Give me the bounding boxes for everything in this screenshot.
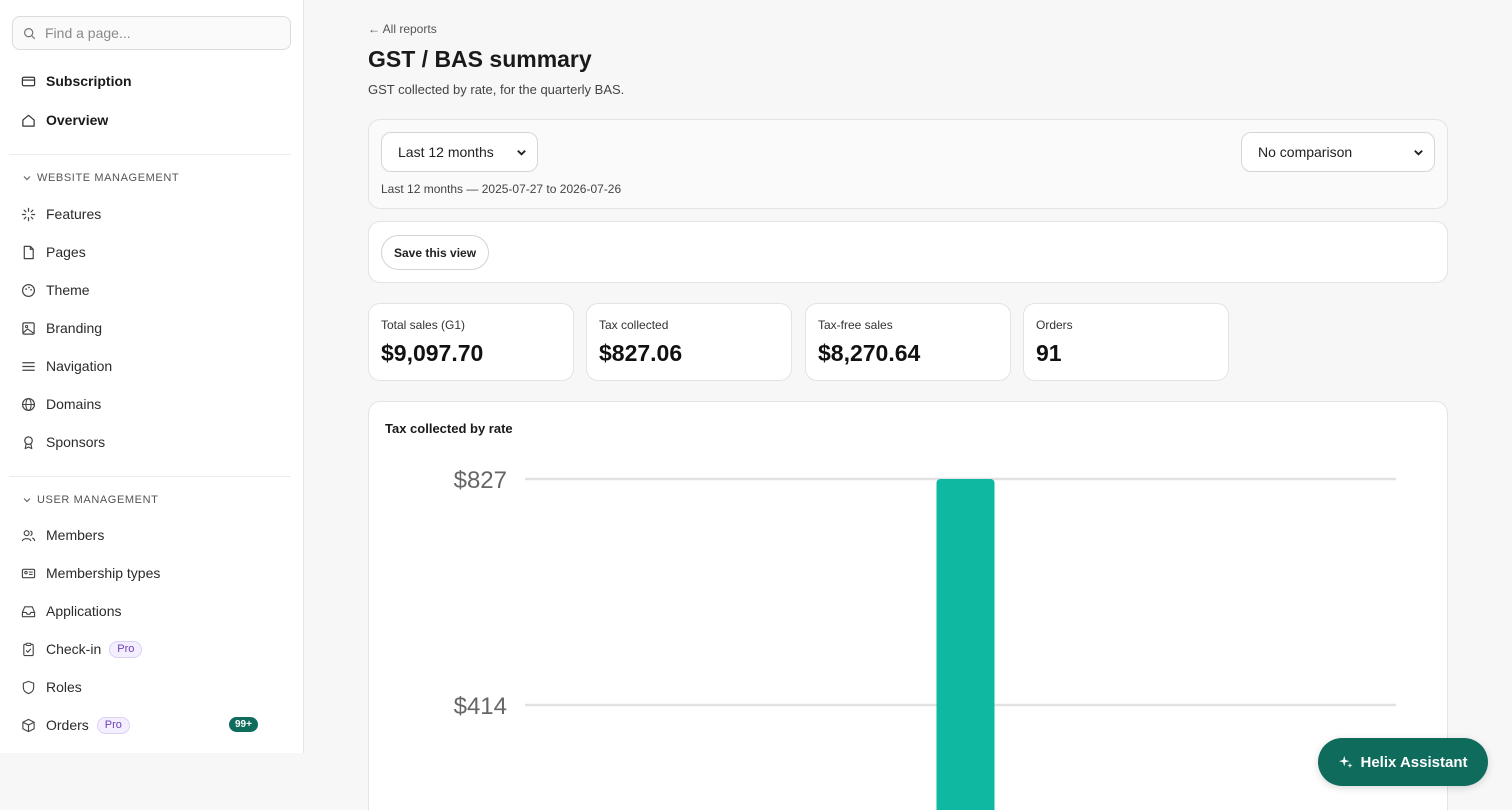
y-tick-label: $827 <box>454 467 507 494</box>
section-title: USER MANAGEMENT <box>37 494 159 506</box>
palette-icon <box>20 282 36 298</box>
sidebar-item-label: Features <box>46 206 102 222</box>
menu-icon <box>20 358 36 374</box>
sidebar-item-roles[interactable]: Roles <box>20 676 82 698</box>
period-select-value: Last 12 months <box>398 144 494 160</box>
pro-badge: Pro <box>109 640 143 658</box>
card-icon <box>20 73 36 89</box>
sidebar-item-label: Branding <box>46 320 103 336</box>
pro-badge: Pro <box>96 716 130 734</box>
sidebar-item-label: Check-in <box>46 641 102 657</box>
sidebar-item-domains[interactable]: Domains <box>20 393 101 415</box>
sidebar-item-label: Pages <box>46 244 86 260</box>
stat-card-tax-free-sales: Tax-free sales $8,270.64 <box>805 303 1011 381</box>
helix-assistant-label: Helix Assistant <box>1360 753 1468 771</box>
stat-value: $9,097.70 <box>381 340 484 366</box>
sidebar-item-check-in[interactable]: Check-in Pro <box>20 638 143 660</box>
stat-card-total-sales: Total sales (G1) $9,097.70 <box>368 303 574 381</box>
sidebar-item-label: Theme <box>46 282 90 298</box>
stat-value: $827.06 <box>599 340 683 366</box>
section-user-management[interactable]: USER MANAGEMENT <box>22 494 158 506</box>
chevron-down-icon <box>23 176 31 181</box>
helix-assistant-button[interactable]: Helix Assistant <box>1318 738 1488 786</box>
section-title: WEBSITE MANAGEMENT <box>37 172 180 184</box>
chevron-down-icon <box>23 498 31 503</box>
search-input[interactable] <box>45 25 265 41</box>
search-box[interactable] <box>12 16 291 50</box>
page-title: GST / BAS summary <box>368 46 592 72</box>
sidebar: Subscription Overview WEBSITE MANAGEMENT… <box>0 0 304 753</box>
sidebar-item-members[interactable]: Members <box>20 524 104 546</box>
orders-count-badge: 99+ <box>229 717 258 732</box>
id-card-icon <box>20 565 36 581</box>
search-icon <box>24 27 36 39</box>
box-icon <box>20 717 36 733</box>
chevron-down-icon <box>517 149 526 156</box>
sidebar-item-features[interactable]: Features <box>20 203 101 225</box>
sidebar-divider <box>9 476 291 477</box>
page-icon <box>20 244 36 260</box>
award-icon <box>20 434 36 450</box>
sidebar-item-label: Domains <box>46 396 102 412</box>
stat-value: 91 <box>1036 340 1062 366</box>
sidebar-item-label: Sponsors <box>46 434 106 450</box>
sidebar-item-label: Membership types <box>46 565 161 581</box>
sidebar-item-label: Navigation <box>46 358 113 374</box>
tax-by-rate-chart: $414 $827 <box>454 467 1396 810</box>
sidebar-item-theme[interactable]: Theme <box>20 279 90 301</box>
stat-label: Orders <box>1036 318 1073 332</box>
shield-icon <box>20 679 36 695</box>
chart-card: Tax collected by rate $414 $827 <box>368 401 1448 810</box>
sidebar-item-subscription[interactable]: Subscription <box>20 70 132 92</box>
filters-panel: Last 12 months No comparison Last 12 mon… <box>368 119 1448 209</box>
date-range-note: Last 12 months — 2025-07-27 to 2026-07-2… <box>381 182 622 196</box>
sidebar-item-pages[interactable]: Pages <box>20 241 86 263</box>
sidebar-item-label: Members <box>46 527 105 543</box>
sidebar-divider <box>9 154 291 155</box>
bar[interactable] <box>936 479 995 810</box>
sparkle-icon <box>20 206 36 222</box>
sparkle-icon <box>1338 755 1353 769</box>
inbox-icon <box>20 603 36 619</box>
save-view-panel: Save this view <box>368 221 1448 283</box>
stat-card-orders: Orders 91 <box>1023 303 1229 381</box>
sidebar-item-label: Roles <box>46 679 82 695</box>
page-subtitle: GST collected by rate, for the quarterly… <box>368 82 625 97</box>
section-website-management[interactable]: WEBSITE MANAGEMENT <box>22 172 179 184</box>
stat-label: Tax collected <box>599 318 669 332</box>
stat-card-tax-collected: Tax collected $827.06 <box>586 303 792 381</box>
back-link-all-reports[interactable]: ← All reports <box>368 22 437 36</box>
comparison-select[interactable]: No comparison <box>1241 132 1435 172</box>
stat-value: $8,270.64 <box>818 340 921 366</box>
sidebar-item-navigation[interactable]: Navigation <box>20 355 112 377</box>
sidebar-item-label: Overview <box>46 112 109 128</box>
chevron-down-icon <box>1414 149 1423 156</box>
sidebar-item-label: Applications <box>46 603 122 619</box>
sidebar-item-label: Subscription <box>46 73 132 89</box>
sidebar-item-membership-types[interactable]: Membership types <box>20 562 160 584</box>
globe-icon <box>20 396 36 412</box>
period-select[interactable]: Last 12 months <box>381 132 538 172</box>
sidebar-item-applications[interactable]: Applications <box>20 600 122 622</box>
stat-label: Total sales (G1) <box>381 318 466 332</box>
sidebar-item-overview[interactable]: Overview <box>20 109 108 131</box>
comparison-select-value: No comparison <box>1258 144 1353 160</box>
clipboard-check-icon <box>20 641 36 657</box>
sidebar-item-sponsors[interactable]: Sponsors <box>20 431 105 453</box>
sidebar-item-branding[interactable]: Branding <box>20 317 102 339</box>
save-view-button[interactable]: Save this view <box>381 235 490 270</box>
sidebar-item-label: Orders <box>46 717 89 733</box>
users-icon <box>20 527 36 543</box>
home-icon <box>20 112 36 128</box>
sidebar-item-orders[interactable]: Orders Pro <box>20 714 130 736</box>
y-tick-label: $414 <box>454 693 507 720</box>
image-icon <box>20 320 36 336</box>
stat-label: Tax-free sales <box>818 318 893 332</box>
